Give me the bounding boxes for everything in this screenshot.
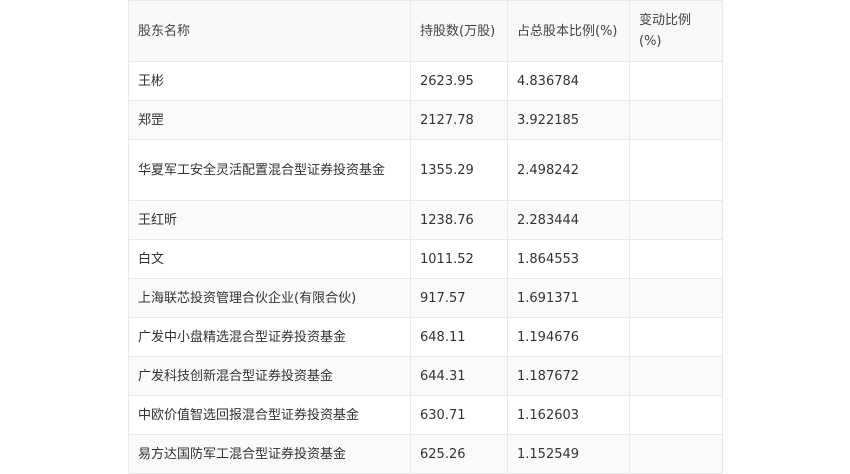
table-row: 白文 1011.52 1.864553 — [128, 239, 723, 279]
change-cell — [629, 356, 723, 396]
ratio-cell: 2.283444 — [507, 200, 630, 240]
table-row: 上海联芯投资管理合伙企业(有限合伙) 917.57 1.691371 — [128, 278, 723, 318]
change-cell — [629, 100, 723, 140]
table-row: 易方达国防军工混合型证券投资基金 625.26 1.152549 — [128, 434, 723, 474]
shares-cell: 1355.29 — [410, 139, 508, 201]
change-cell — [629, 317, 723, 357]
table-row: 华夏军工安全灵活配置混合型证券投资基金 1355.29 2.498242 — [128, 139, 723, 201]
shareholder-name-cell: 华夏军工安全灵活配置混合型证券投资基金 — [128, 139, 411, 201]
header-share-ratio: 占总股本比例(%) — [507, 0, 630, 62]
ratio-cell: 3.922185 — [507, 100, 630, 140]
header-change-ratio: 变动比例(%) — [629, 0, 723, 62]
ratio-cell: 1.864553 — [507, 239, 630, 279]
table-header-row: 股东名称 持股数(万股) 占总股本比例(%) 变动比例(%) — [128, 0, 723, 62]
table-row: 广发科技创新混合型证券投资基金 644.31 1.187672 — [128, 356, 723, 396]
shareholder-name-cell: 中欧价值智选回报混合型证券投资基金 — [128, 395, 411, 435]
ratio-cell: 1.194676 — [507, 317, 630, 357]
shares-cell: 1011.52 — [410, 239, 508, 279]
change-cell — [629, 61, 723, 101]
change-cell — [629, 200, 723, 240]
shares-cell: 644.31 — [410, 356, 508, 396]
table-row: 郑罡 2127.78 3.922185 — [128, 100, 723, 140]
shareholder-name-cell: 广发中小盘精选混合型证券投资基金 — [128, 317, 411, 357]
ratio-cell: 2.498242 — [507, 139, 630, 201]
table-row: 王红昕 1238.76 2.283444 — [128, 200, 723, 240]
shareholder-name-cell: 王红昕 — [128, 200, 411, 240]
header-shares: 持股数(万股) — [410, 0, 508, 62]
shares-cell: 648.11 — [410, 317, 508, 357]
table-row: 中欧价值智选回报混合型证券投资基金 630.71 1.162603 — [128, 395, 723, 435]
ratio-cell: 4.836784 — [507, 61, 630, 101]
shares-cell: 2623.95 — [410, 61, 508, 101]
table-row: 广发中小盘精选混合型证券投资基金 648.11 1.194676 — [128, 317, 723, 357]
shareholder-name-cell: 王彬 — [128, 61, 411, 101]
change-cell — [629, 239, 723, 279]
shares-cell: 1238.76 — [410, 200, 508, 240]
shareholder-name-cell: 广发科技创新混合型证券投资基金 — [128, 356, 411, 396]
shareholder-name-cell: 郑罡 — [128, 100, 411, 140]
header-shareholder-name: 股东名称 — [128, 0, 411, 62]
table-row: 王彬 2623.95 4.836784 — [128, 61, 723, 101]
ratio-cell: 1.152549 — [507, 434, 630, 474]
change-cell — [629, 278, 723, 318]
shares-cell: 625.26 — [410, 434, 508, 474]
shares-cell: 630.71 — [410, 395, 508, 435]
shares-cell: 2127.78 — [410, 100, 508, 140]
ratio-cell: 1.162603 — [507, 395, 630, 435]
ratio-cell: 1.187672 — [507, 356, 630, 396]
ratio-cell: 1.691371 — [507, 278, 630, 318]
shareholder-name-cell: 白文 — [128, 239, 411, 279]
shareholder-name-cell: 上海联芯投资管理合伙企业(有限合伙) — [128, 278, 411, 318]
change-cell — [629, 139, 723, 201]
shareholder-name-cell: 易方达国防军工混合型证券投资基金 — [128, 434, 411, 474]
shareholders-table: 股东名称 持股数(万股) 占总股本比例(%) 变动比例(%) 王彬 2623.9… — [128, 0, 723, 474]
change-cell — [629, 434, 723, 474]
change-cell — [629, 395, 723, 435]
shares-cell: 917.57 — [410, 278, 508, 318]
